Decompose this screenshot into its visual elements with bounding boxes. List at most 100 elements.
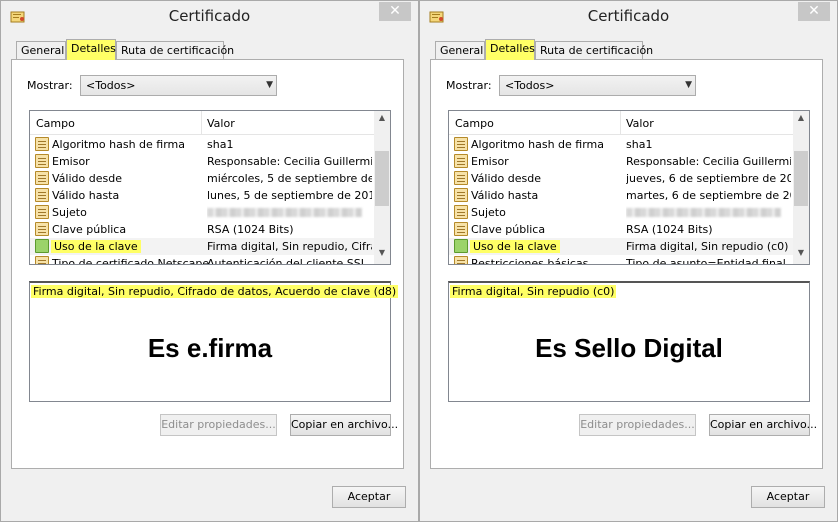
vertical-scrollbar[interactable]: ▲ ▼	[374, 111, 390, 264]
field-name: Válido hasta	[52, 189, 120, 202]
column-header-campo[interactable]: Campo	[36, 117, 75, 130]
field-value: RSA (1024 Bits)	[626, 223, 713, 236]
field-value: lunes, 5 de septiembre de 201...	[207, 189, 372, 202]
document-icon	[35, 154, 49, 168]
key-icon	[35, 239, 49, 253]
document-icon	[454, 137, 468, 151]
annotation-label: Es Sello Digital	[535, 333, 723, 363]
list-item[interactable]: Tipo de certificado Netscape Autenticaci…	[30, 255, 375, 265]
field-name: Clave pública	[471, 223, 546, 236]
field-value: jueves, 6 de septiembre de 20...	[626, 172, 791, 185]
field-value: martes, 6 de septiembre de 20...	[626, 189, 791, 202]
list-header: Campo Valor	[449, 111, 794, 135]
chevron-down-icon: ▼	[685, 80, 692, 90]
field-name: Restricciones básicas	[471, 257, 589, 265]
redacted-value	[207, 206, 372, 220]
tab-general[interactable]: General	[16, 41, 66, 60]
fields-list: Campo Valor Algoritmo hash de firma sha1…	[29, 110, 391, 265]
column-header-valor[interactable]: Valor	[207, 117, 235, 130]
close-button[interactable]: ✕	[379, 2, 411, 21]
document-icon	[454, 188, 468, 202]
column-divider[interactable]	[201, 111, 202, 134]
field-value: Responsable: Cecilia Guillermin...	[626, 155, 791, 168]
list-item[interactable]: Sujeto	[30, 204, 375, 221]
fields-list: Campo Valor Algoritmo hash de firma sha1…	[448, 110, 810, 265]
copy-to-file-button[interactable]: Copiar en archivo...	[709, 414, 817, 436]
column-header-campo[interactable]: Campo	[455, 117, 494, 130]
scroll-up-icon[interactable]: ▲	[793, 113, 809, 127]
scrollbar-thumb[interactable]	[794, 151, 808, 206]
tab-general[interactable]: General	[435, 41, 485, 60]
certificate-window-right: Certificado ✕ General Detalles Ruta de c…	[419, 0, 838, 522]
value-detail-box[interactable]: Firma digital, Sin repudio, Cifrado de d…	[29, 281, 399, 402]
field-value: Autenticación del cliente SSL	[207, 257, 367, 265]
edit-properties-button[interactable]: Editar propiedades...	[160, 414, 277, 436]
tab-ruta-de-certificacion[interactable]: Ruta de certificación	[535, 41, 653, 60]
value-detail-box[interactable]: Firma digital, Sin repudio (c0) Es Sello…	[448, 281, 810, 402]
column-header-valor[interactable]: Valor	[626, 117, 654, 130]
list-item-selected[interactable]: Uso de la clave Firma digital, Sin repud…	[449, 238, 794, 255]
title-bar[interactable]: Certificado ✕	[420, 1, 837, 31]
scroll-down-icon[interactable]: ▼	[793, 248, 809, 262]
field-name: Emisor	[471, 155, 509, 168]
document-icon	[454, 222, 468, 236]
show-select[interactable]: <Todos> ▼	[80, 75, 277, 96]
column-divider[interactable]	[620, 111, 621, 134]
field-value: sha1	[207, 138, 234, 151]
certificate-window-left: Certificado ✕ General Detalles Ruta de c…	[0, 0, 419, 522]
field-name: Algoritmo hash de firma	[52, 138, 185, 151]
field-name: Algoritmo hash de firma	[471, 138, 604, 151]
list-item-selected[interactable]: Uso de la clave Firma digital, Sin repud…	[30, 238, 375, 255]
field-name: Emisor	[52, 155, 90, 168]
document-icon	[35, 256, 49, 264]
list-item[interactable]: Sujeto	[449, 204, 794, 221]
show-select-value: <Todos>	[505, 79, 555, 92]
list-item[interactable]: Válido desde jueves, 6 de septiembre de …	[449, 170, 794, 187]
details-panel: Mostrar: <Todos> ▼ Campo Valor Algoritmo…	[430, 59, 823, 469]
list-item[interactable]: Algoritmo hash de firma sha1	[449, 136, 794, 153]
field-name: Válido hasta	[471, 189, 539, 202]
copy-to-file-button[interactable]: Copiar en archivo...	[290, 414, 398, 436]
accept-button[interactable]: Aceptar	[332, 486, 406, 508]
scroll-down-icon[interactable]: ▼	[374, 248, 390, 262]
close-button[interactable]: ✕	[798, 2, 830, 21]
vertical-scrollbar[interactable]: ▲ ▼	[793, 111, 809, 264]
scrollbar-thumb[interactable]	[375, 151, 389, 206]
tab-detalles[interactable]: Detalles	[66, 39, 116, 60]
field-name: Tipo de certificado Netscape	[52, 257, 210, 265]
value-detail-text: Firma digital, Sin repudio, Cifrado de d…	[31, 285, 399, 298]
list-item[interactable]: Válido desde miércoles, 5 de septiembre …	[30, 170, 375, 187]
document-icon	[454, 171, 468, 185]
list-item[interactable]: Emisor Responsable: Cecilia Guillermin..…	[449, 153, 794, 170]
field-name: Uso de la clave	[470, 240, 560, 253]
list-item[interactable]: Clave pública RSA (1024 Bits)	[30, 221, 375, 238]
list-item[interactable]: Válido hasta martes, 6 de septiembre de …	[449, 187, 794, 204]
value-detail-text: Firma digital, Sin repudio (c0)	[450, 285, 617, 298]
field-value: miércoles, 5 de septiembre de ...	[207, 172, 372, 185]
field-name: Clave pública	[52, 223, 127, 236]
list-item[interactable]: Restricciones básicas Tipo de asunto=Ent…	[449, 255, 794, 265]
scroll-up-icon[interactable]: ▲	[374, 113, 390, 127]
show-select[interactable]: <Todos> ▼	[499, 75, 696, 96]
tab-ruta-de-certificacion[interactable]: Ruta de certificación	[116, 41, 234, 60]
chevron-down-icon: ▼	[266, 80, 273, 90]
field-value: Responsable: Cecilia Guillermin...	[207, 155, 372, 168]
details-panel: Mostrar: <Todos> ▼ Campo Valor Algoritmo…	[11, 59, 404, 469]
list-item[interactable]: Emisor Responsable: Cecilia Guillermin..…	[30, 153, 375, 170]
field-name: Válido desde	[52, 172, 122, 185]
show-select-value: <Todos>	[86, 79, 136, 92]
show-label: Mostrar:	[27, 79, 73, 92]
document-icon	[454, 256, 468, 264]
accept-button[interactable]: Aceptar	[751, 486, 825, 508]
redacted-value	[626, 206, 791, 220]
list-item[interactable]: Algoritmo hash de firma sha1	[30, 136, 375, 153]
title-bar[interactable]: Certificado ✕	[1, 1, 418, 31]
list-item[interactable]: Clave pública RSA (1024 Bits)	[449, 221, 794, 238]
field-value: RSA (1024 Bits)	[207, 223, 294, 236]
field-name: Sujeto	[52, 206, 87, 219]
document-icon	[35, 188, 49, 202]
document-icon	[35, 171, 49, 185]
tab-detalles[interactable]: Detalles	[485, 39, 535, 60]
edit-properties-button[interactable]: Editar propiedades...	[579, 414, 696, 436]
list-item[interactable]: Válido hasta lunes, 5 de septiembre de 2…	[30, 187, 375, 204]
